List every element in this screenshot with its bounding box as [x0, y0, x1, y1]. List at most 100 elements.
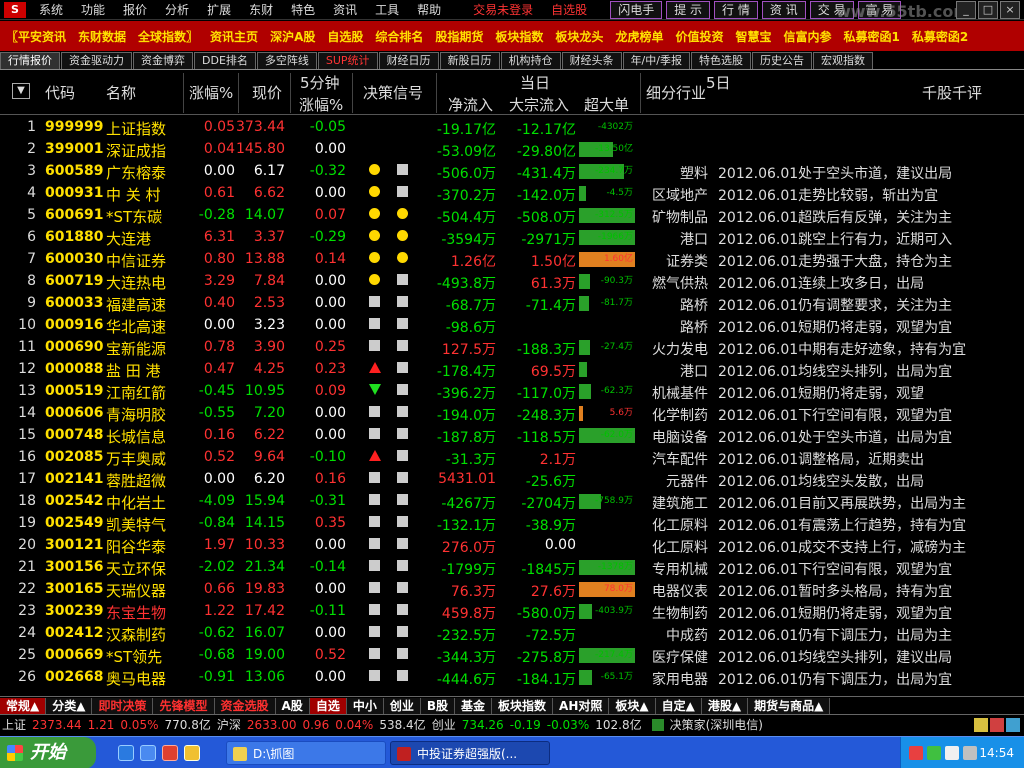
- bottom-tab[interactable]: 板块指数: [492, 697, 554, 714]
- bottom-tab[interactable]: 基金: [455, 697, 493, 714]
- stock-code[interactable]: 000519: [45, 383, 103, 399]
- media-icon[interactable]: [162, 745, 178, 761]
- stock-code[interactable]: 000669: [45, 647, 103, 663]
- link-item[interactable]: 私募密函1: [838, 28, 906, 45]
- menu-item[interactable]: 系统: [30, 1, 72, 18]
- bottom-tab[interactable]: A股: [275, 697, 310, 714]
- col-flow[interactable]: 净流入: [448, 94, 493, 115]
- tab-item[interactable]: 历史公告: [751, 52, 812, 69]
- col-min5-bottom[interactable]: 涨幅%: [299, 94, 343, 115]
- tray-alert-icon[interactable]: [990, 717, 1004, 732]
- table-row[interactable]: 10 000916 华北高速 0.00 3.23 0.00 -98.6万 路桥 2012.06.…: [0, 314, 1024, 336]
- stock-name[interactable]: 大连港: [106, 228, 151, 249]
- bottom-tab[interactable]: 常规▲: [0, 697, 47, 714]
- stock-code[interactable]: 601880: [45, 229, 103, 245]
- link-item[interactable]: 资讯主页: [204, 28, 264, 45]
- link-item[interactable]: 龙虎榜单: [609, 28, 669, 45]
- stock-code[interactable]: 300165: [45, 581, 103, 597]
- menu-item[interactable]: 东财: [240, 1, 282, 18]
- stock-name[interactable]: 蓉胜超微: [106, 470, 166, 491]
- stock-name[interactable]: 青海明胶: [106, 404, 166, 425]
- stock-code[interactable]: 600691: [45, 207, 103, 223]
- stock-name[interactable]: 汉森制药: [106, 624, 166, 645]
- table-row[interactable]: 19 002549 凯美特气 -0.84 14.15 0.35 -132.1万 -38.9万 化…: [0, 512, 1024, 534]
- bottom-tab[interactable]: 中小: [346, 697, 384, 714]
- table-row[interactable]: 14 000606 青海明胶 -0.55 7.20 0.00 -194.0万 -248.3万 5…: [0, 402, 1024, 424]
- stock-name[interactable]: 中信证券: [106, 250, 166, 271]
- menu-right-button[interactable]: 资 讯: [761, 0, 806, 19]
- tab-item[interactable]: 机构持仓: [500, 52, 561, 69]
- link-item[interactable]: 股指期货: [429, 28, 489, 45]
- menu-item[interactable]: 工具: [366, 1, 408, 18]
- stock-name[interactable]: 广东榕泰: [106, 162, 166, 183]
- table-row[interactable]: 11 000690 宝新能源 0.78 3.90 0.25 127.5万 -188.3万 -27…: [0, 336, 1024, 358]
- desktop-icon[interactable]: [184, 745, 200, 761]
- stock-code[interactable]: 000606: [45, 405, 103, 421]
- col-min5-top[interactable]: 5分钟: [300, 72, 340, 93]
- link-item[interactable]: 板块龙头: [549, 28, 609, 45]
- menu-item[interactable]: 资讯: [324, 1, 366, 18]
- minimize-icon[interactable]: _: [956, 1, 976, 19]
- stock-name[interactable]: 上证指数: [106, 118, 166, 139]
- table-row[interactable]: 26 002668 奥马电器 -0.91 13.06 0.00 -444.6万 -184.1万…: [0, 666, 1024, 688]
- stock-code[interactable]: 600589: [45, 163, 103, 179]
- table-row[interactable]: 1 999999 上证指数 0.05 373.44 -0.05 -19.17亿 -12.17亿…: [0, 116, 1024, 138]
- col-5day[interactable]: 5日: [706, 72, 731, 93]
- table-row[interactable]: 2 399001 深证成指 0.04 145.80 0.00 -53.09亿 -29.80亿 -…: [0, 138, 1024, 160]
- bottom-tab[interactable]: 先锋模型: [153, 697, 215, 714]
- table-row[interactable]: 17 002141 蓉胜超微 0.00 6.20 0.16 5431.01 -25.6万 元器件…: [0, 468, 1024, 490]
- col-big[interactable]: 超大单: [584, 94, 629, 115]
- stock-code[interactable]: 002542: [45, 493, 103, 509]
- bottom-tab[interactable]: 资金选股: [214, 697, 276, 714]
- stock-code[interactable]: 600030: [45, 251, 103, 267]
- tab-item[interactable]: 财经日历: [378, 52, 439, 69]
- tray-ime-icon[interactable]: [963, 746, 977, 760]
- link-item[interactable]: 全球指数〗: [132, 28, 204, 45]
- menu-item[interactable]: 扩展: [198, 1, 240, 18]
- col-code[interactable]: 代码: [45, 82, 75, 103]
- ie-icon[interactable]: [118, 745, 134, 761]
- stock-name[interactable]: 天立环保: [106, 558, 166, 579]
- col-industry[interactable]: 细分行业: [646, 82, 706, 103]
- table-row[interactable]: 12 000088 盐 田 港 0.47 4.25 0.23 -178.4万 69.5万 港口 2…: [0, 358, 1024, 380]
- menu-item[interactable]: 分析: [156, 1, 198, 18]
- link-item[interactable]: 综合排名: [369, 28, 429, 45]
- col-price[interactable]: 现价: [252, 82, 282, 103]
- tab-item[interactable]: 行情报价: [0, 52, 60, 69]
- bottom-tab[interactable]: 港股▲: [701, 697, 749, 714]
- bottom-tab[interactable]: 自选: [309, 697, 347, 714]
- stock-name[interactable]: 凯美特气: [106, 514, 166, 535]
- restore-icon[interactable]: □: [978, 1, 998, 19]
- stock-code[interactable]: 000931: [45, 185, 103, 201]
- table-row[interactable]: 18 002542 中化岩土 -4.09 15.94 -0.31 -4267万 -2704万 -…: [0, 490, 1024, 512]
- menu-status-item[interactable]: 交易未登录: [464, 1, 542, 18]
- stock-name[interactable]: 中化岩土: [106, 492, 166, 513]
- stock-name[interactable]: 东宝生物: [106, 602, 166, 623]
- tab-item[interactable]: 宏观指数: [812, 52, 873, 69]
- menu-item[interactable]: 报价: [114, 1, 156, 18]
- column-menu-icon[interactable]: ▼: [12, 83, 30, 99]
- menu-item[interactable]: 特色: [282, 1, 324, 18]
- table-row[interactable]: 13 000519 江南红箭 -0.45 10.95 0.09 -396.2万 -117.0万…: [0, 380, 1024, 402]
- link-item[interactable]: 板块指数: [489, 28, 549, 45]
- stock-code[interactable]: 300121: [45, 537, 103, 553]
- tray-shield-icon[interactable]: [909, 746, 923, 760]
- bottom-tab[interactable]: 即时决策: [92, 697, 154, 714]
- taskbar-item-app[interactable]: 中投证券超强版(...: [390, 741, 550, 765]
- stock-name[interactable]: 中 关 村: [106, 184, 161, 205]
- tab-item[interactable]: SUP统计: [317, 52, 378, 69]
- table-row[interactable]: 6 601880 大连港 6.31 3.37 -0.29 -3594万 -2971万 -1966…: [0, 226, 1024, 248]
- link-item[interactable]: 自选股: [321, 28, 369, 45]
- menu-status-item[interactable]: 自选股: [542, 1, 596, 18]
- link-item[interactable]: 私募密函2: [906, 28, 974, 45]
- stock-code[interactable]: 399001: [45, 141, 103, 157]
- table-row[interactable]: 7 600030 中信证券 0.80 13.88 0.14 1.26亿 1.50亿 1.60亿 证…: [0, 248, 1024, 270]
- stock-name[interactable]: 天瑞仪器: [106, 580, 166, 601]
- bottom-tab[interactable]: 自定▲: [655, 697, 702, 714]
- stock-code[interactable]: 002141: [45, 471, 103, 487]
- link-item[interactable]: 智慧宝: [729, 28, 777, 45]
- stock-code[interactable]: 000916: [45, 317, 103, 333]
- stock-name[interactable]: 阳谷华泰: [106, 536, 166, 557]
- stock-code[interactable]: 600033: [45, 295, 103, 311]
- stock-name[interactable]: 福建高速: [106, 294, 166, 315]
